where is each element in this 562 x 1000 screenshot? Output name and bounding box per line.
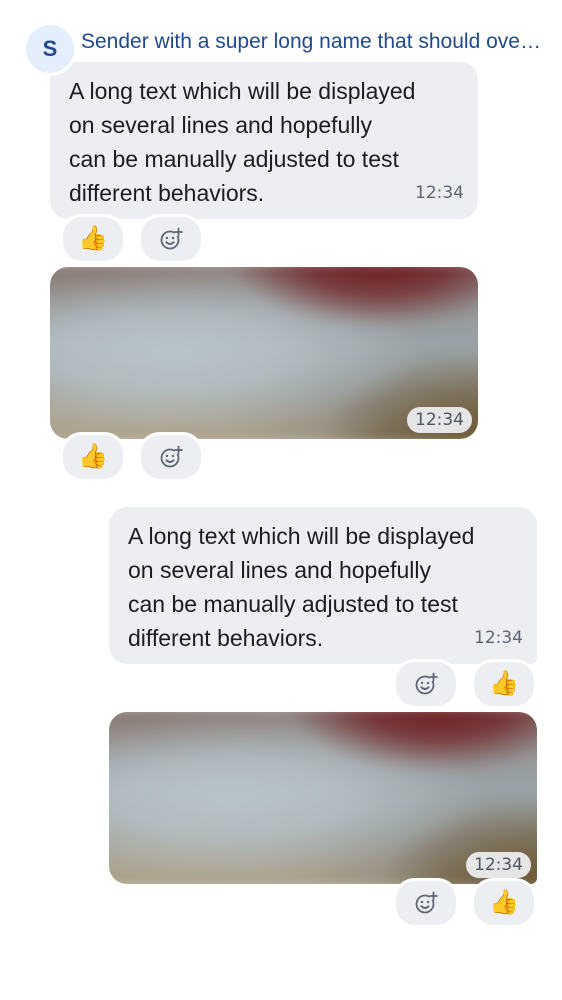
thumbs-up-reaction[interactable]: 👍	[60, 432, 126, 482]
thumbs-up-reaction[interactable]: 👍	[471, 659, 537, 709]
message-text: A long text which will be displayed on s…	[69, 78, 416, 206]
incoming-text-message[interactable]: A long text which will be displayed on s…	[50, 62, 478, 219]
sender-name[interactable]: Sender with a super long name that shoul…	[81, 28, 541, 56]
avatar[interactable]: S	[26, 25, 74, 73]
thumbs-up-reaction[interactable]: 👍	[471, 878, 537, 928]
outgoing-text-message[interactable]: A long text which will be displayed on s…	[109, 507, 537, 664]
add-reaction-button[interactable]	[138, 214, 204, 264]
add-reaction-icon	[160, 445, 183, 468]
thumbs-up-icon: 👍	[489, 889, 519, 916]
reactions-row: 👍	[60, 214, 204, 264]
outgoing-image-message[interactable]: 12:34	[109, 712, 537, 884]
message-timestamp: 12:34	[474, 628, 523, 648]
add-reaction-icon	[160, 227, 183, 250]
add-reaction-button[interactable]	[138, 432, 204, 482]
add-reaction-button[interactable]	[393, 659, 459, 709]
add-reaction-icon	[415, 891, 438, 914]
reactions-row: 👍	[60, 432, 204, 482]
add-reaction-icon	[415, 672, 438, 695]
message-text: A long text which will be displayed on s…	[128, 523, 475, 651]
thumbs-up-icon: 👍	[78, 443, 108, 470]
image-timestamp: 12:34	[407, 407, 472, 433]
thumbs-up-reaction[interactable]: 👍	[60, 214, 126, 264]
image-timestamp: 12:34	[466, 852, 531, 878]
add-reaction-button[interactable]	[393, 878, 459, 928]
message-timestamp: 12:34	[415, 183, 464, 203]
thumbs-up-icon: 👍	[78, 225, 108, 252]
reactions-row: 👍	[393, 878, 537, 928]
thumbs-up-icon: 👍	[489, 670, 519, 697]
incoming-image-message[interactable]: 12:34	[50, 267, 478, 439]
reactions-row: 👍	[393, 659, 537, 709]
